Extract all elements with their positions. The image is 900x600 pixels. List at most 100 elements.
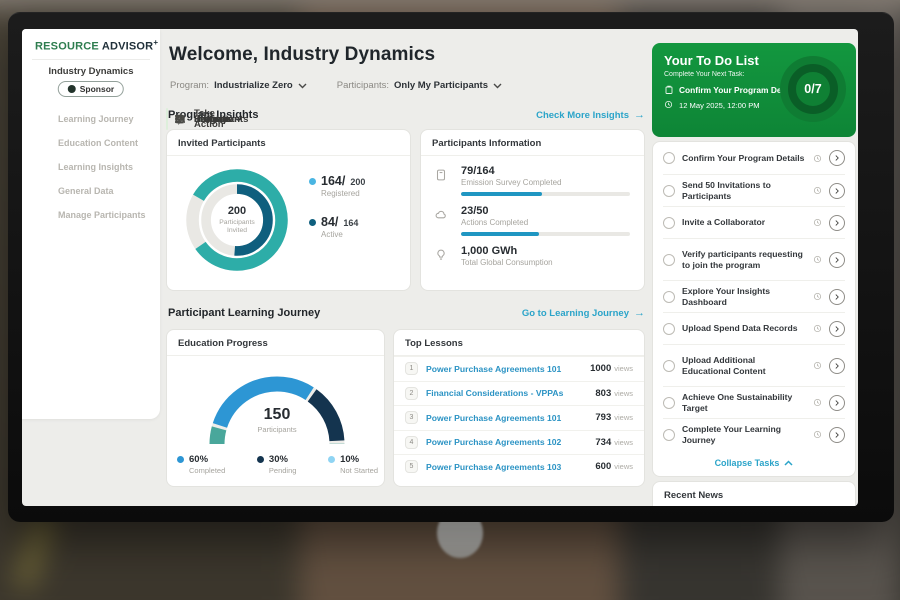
sidebar-item-education-content[interactable]: Education Content xyxy=(22,131,160,155)
task-row-verify-participants[interactable]: Verify participants requesting to join t… xyxy=(663,238,845,280)
legend-item-not-started: 10%Not Started xyxy=(328,454,378,475)
task-go-button[interactable] xyxy=(829,395,845,411)
sidebar-item-manage-participants[interactable]: Manage Participants xyxy=(22,203,160,227)
learning-journey-header: Participant Learning Journey Go to Learn… xyxy=(168,307,645,319)
lesson-rank: 1 xyxy=(405,362,418,375)
clock-icon xyxy=(813,292,822,301)
card-title: Education Progress xyxy=(167,330,384,356)
task-checkbox[interactable] xyxy=(663,185,675,197)
info-label: Emission Survey Completed xyxy=(461,178,630,187)
legend-label: Registered xyxy=(321,189,365,198)
chevron-up-icon xyxy=(784,460,793,466)
todo-due-label: 12 May 2025, 12:00 PM xyxy=(679,101,760,110)
legend-dot xyxy=(309,219,316,226)
lesson-views: 1000 xyxy=(590,363,611,374)
monitor-bezel: RESOURCE ADVISOR+ Industry Dynamics Spon… xyxy=(8,12,894,522)
task-row-complete-learning-journey[interactable]: Complete Your Learning Journey xyxy=(663,418,845,450)
education-progress-card: Education Progress 150 Participants xyxy=(166,329,385,487)
sidebar-item-learning-journey[interactable]: Learning Journey xyxy=(22,107,160,131)
task-checkbox[interactable] xyxy=(663,152,675,164)
page-title: Welcome, Industry Dynamics xyxy=(169,44,435,66)
clipboard-icon xyxy=(664,85,674,95)
task-checkbox[interactable] xyxy=(663,397,675,409)
top-lessons-card: Top Lessons 1 Power Purchase Agreements … xyxy=(393,329,645,487)
info-row-survey: 79/164 Emission Survey Completed xyxy=(421,156,644,196)
logo-advisor: ADVISOR xyxy=(102,41,154,53)
task-checkbox[interactable] xyxy=(663,291,675,303)
task-go-button[interactable] xyxy=(829,427,845,443)
lesson-rank: 2 xyxy=(405,387,418,400)
link-label: Go to Learning Journey xyxy=(522,308,629,319)
lesson-link[interactable]: Power Purchase Agreements 102 xyxy=(426,437,595,447)
todo-summary-card: Your To Do List Complete Your Next Task:… xyxy=(652,43,856,137)
task-go-button[interactable] xyxy=(829,183,845,199)
todo-progress-ring: 0/7 xyxy=(780,56,846,122)
lesson-link[interactable]: Financial Considerations - VPPAs xyxy=(426,388,595,398)
sidebar-item-general-data[interactable]: General Data xyxy=(22,179,160,203)
lesson-link[interactable]: Power Purchase Agreements 101 xyxy=(426,364,590,374)
legend-value: 164/ xyxy=(321,174,345,188)
dashboard-screen: RESOURCE ADVISOR+ Industry Dynamics Spon… xyxy=(22,29,858,506)
task-go-button[interactable] xyxy=(829,289,845,305)
task-checkbox[interactable] xyxy=(663,429,675,441)
legend-pct: 60% xyxy=(189,454,225,465)
clock-icon xyxy=(664,100,674,110)
arrow-right-icon: → xyxy=(634,109,645,121)
lesson-link[interactable]: Power Purchase Agreements 101 xyxy=(426,413,595,423)
task-label: Explore Your Insights Dashboard xyxy=(682,286,806,307)
task-row-upload-spend-data[interactable]: Upload Spend Data Records xyxy=(663,312,845,344)
invited-donut-chart: 200 Participants Invited xyxy=(179,162,295,278)
info-label: Actions Completed xyxy=(461,218,630,227)
participants-filter[interactable]: Participants: Only My Participants xyxy=(337,80,502,91)
task-go-button[interactable] xyxy=(829,358,845,374)
participants-filter-value: Only My Participants xyxy=(394,80,488,91)
task-row-upload-educational-content[interactable]: Upload Additional Educational Content xyxy=(663,344,845,386)
lesson-views: 734 xyxy=(595,437,611,448)
lesson-row: 1 Power Purchase Agreements 101 1000 vie… xyxy=(394,356,644,381)
task-go-button[interactable] xyxy=(829,150,845,166)
task-checkbox[interactable] xyxy=(663,254,675,266)
task-row-send-invitations[interactable]: Send 50 Invitations to Participants xyxy=(663,174,845,206)
info-value: 79/164 xyxy=(461,165,630,177)
sidebar-item-learning-insights[interactable]: Learning Insights xyxy=(22,155,160,179)
sidebar-item-label: Settings xyxy=(194,114,231,125)
task-checkbox[interactable] xyxy=(663,360,675,372)
clock-icon xyxy=(813,398,822,407)
card-title: Participants Information xyxy=(421,130,644,156)
collapse-tasks-link[interactable]: Collapse Tasks xyxy=(663,450,845,476)
lesson-link[interactable]: Power Purchase Agreements 103 xyxy=(426,462,595,472)
task-row-explore-insights[interactable]: Explore Your Insights Dashboard xyxy=(663,280,845,312)
collapse-label: Collapse Tasks xyxy=(715,458,780,468)
task-go-button[interactable] xyxy=(829,252,845,268)
lesson-row: 5 Power Purchase Agreements 103 600 view… xyxy=(394,454,644,479)
sidebar-menu: Home Insights Education Learning Journey… xyxy=(22,107,160,227)
bulb-icon xyxy=(434,248,448,262)
program-filter-label: Program: xyxy=(170,80,209,91)
logo-plus: + xyxy=(153,38,158,47)
survey-icon xyxy=(434,168,448,182)
sponsor-badge: Sponsor xyxy=(58,81,124,97)
lesson-views: 803 xyxy=(595,388,611,399)
task-go-button[interactable] xyxy=(829,321,845,337)
donut-center-label: Participants Invited xyxy=(209,219,265,236)
program-filter[interactable]: Program: Industrialize Zero xyxy=(170,80,307,91)
info-label: Total Global Consumption xyxy=(461,258,630,267)
task-row-achieve-sustainability-target[interactable]: Achieve One Sustainability Target xyxy=(663,386,845,418)
gauge-legend: 60%Completed 30%Pending 10%Not Started xyxy=(177,454,378,475)
task-checkbox[interactable] xyxy=(663,217,675,229)
clock-icon xyxy=(813,361,822,370)
program-filter-value: Industrialize Zero xyxy=(214,80,293,91)
clock-icon xyxy=(813,430,822,439)
lesson-rank: 5 xyxy=(405,460,418,473)
task-go-button[interactable] xyxy=(829,215,845,231)
task-row-invite-collaborator[interactable]: Invite a Collaborator xyxy=(663,206,845,238)
check-more-insights-link[interactable]: Check More Insights → xyxy=(536,109,645,121)
main-content: Welcome, Industry Dynamics Program: Indu… xyxy=(160,29,858,506)
task-checkbox[interactable] xyxy=(663,323,675,335)
go-to-learning-journey-link[interactable]: Go to Learning Journey → xyxy=(522,307,645,319)
task-label: Achieve One Sustainability Target xyxy=(682,392,806,413)
legend-dot xyxy=(177,456,184,463)
link-label: Check More Insights xyxy=(536,110,629,121)
lesson-rank: 4 xyxy=(405,436,418,449)
task-row-confirm-program[interactable]: Confirm Your Program Details xyxy=(663,142,845,174)
